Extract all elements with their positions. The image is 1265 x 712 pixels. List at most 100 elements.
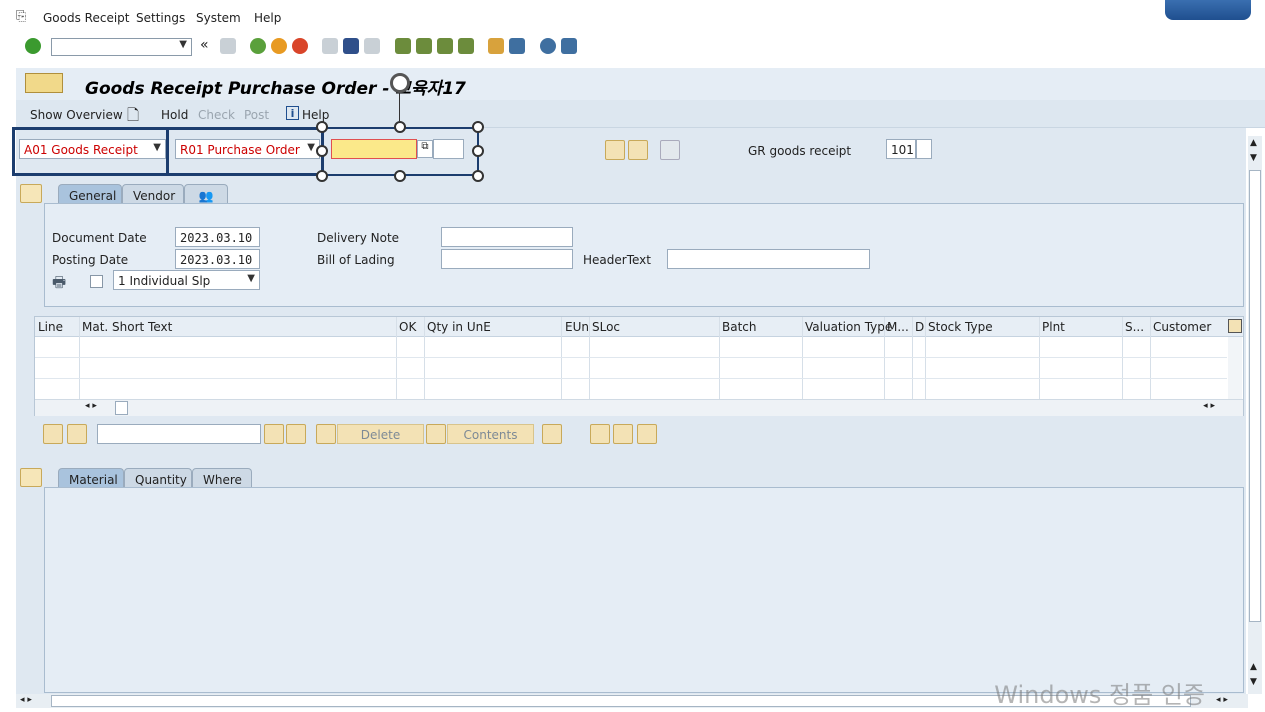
col-line[interactable]: Line	[38, 320, 63, 334]
movement-indicator-input[interactable]	[916, 139, 932, 159]
scroll-thumb[interactable]	[1249, 170, 1261, 622]
delete-button[interactable]: Delete	[337, 424, 424, 444]
col-qty[interactable]: Qty in UnE	[427, 320, 491, 334]
header-text-input[interactable]	[667, 249, 870, 269]
menu-help[interactable]: Help	[254, 11, 281, 25]
save-icon[interactable]	[220, 38, 236, 54]
execute-icon[interactable]	[605, 140, 625, 160]
copy-icon[interactable]	[426, 424, 446, 444]
window-controls[interactable]	[1165, 0, 1251, 20]
layout-icon[interactable]	[561, 38, 577, 54]
print-checkbox[interactable]	[90, 275, 103, 288]
item-search-input[interactable]	[97, 424, 261, 444]
col-sloc[interactable]: SLoc	[592, 320, 620, 334]
print-icon[interactable]	[322, 38, 338, 54]
menu-goods-receipt[interactable]: Goods Receipt	[43, 11, 129, 25]
find-next-icon[interactable]	[286, 424, 306, 444]
find-next-icon[interactable]	[364, 38, 380, 54]
resize-handle[interactable]	[472, 121, 484, 133]
table-horizontal-scrollbar[interactable]: ◂ ▸ ◂ ▸	[35, 399, 1243, 416]
binoculars-icon[interactable]	[628, 140, 648, 160]
scroll-up-icon[interactable]: ▲	[1250, 138, 1257, 148]
previous-page-icon[interactable]	[416, 38, 432, 54]
last-page-icon[interactable]	[458, 38, 474, 54]
scroll-right-icon[interactable]: ◂ ▸	[1216, 695, 1228, 705]
scroll-down-icon[interactable]: ▼	[1250, 153, 1257, 163]
movement-type-input[interactable]: 101	[886, 139, 916, 159]
delivery-note-input[interactable]	[441, 227, 573, 247]
col-d[interactable]: D	[915, 320, 924, 334]
main-vertical-scrollbar[interactable]: ▲ ▼ ▲ ▼	[1248, 136, 1262, 694]
stack-icon[interactable]	[590, 424, 610, 444]
add-item-icon[interactable]	[613, 424, 633, 444]
tab-vendor[interactable]: Vendor	[122, 184, 184, 204]
chevron-down-icon[interactable]: ▼	[179, 39, 187, 50]
scroll-thumb[interactable]	[115, 401, 128, 415]
scroll-left-icon[interactable]: ◂ ▸	[85, 401, 97, 411]
hold-button[interactable]: Hold	[161, 108, 188, 122]
scroll-right-icon[interactable]: ◂ ▸	[1203, 401, 1215, 411]
check-button[interactable]: Check	[198, 108, 235, 122]
show-overview-button[interactable]: Show Overview	[30, 108, 123, 122]
tab-where[interactable]: Where	[192, 468, 252, 488]
detail-icon[interactable]	[637, 424, 657, 444]
table-vertical-scrollbar[interactable]	[1228, 337, 1242, 399]
resize-handle[interactable]	[472, 145, 484, 157]
calendar-icon[interactable]	[660, 140, 680, 160]
transaction-icon[interactable]	[25, 73, 63, 93]
col-batch[interactable]: Batch	[722, 320, 757, 334]
resize-handle[interactable]	[472, 170, 484, 182]
help-button[interactable]: Help	[302, 108, 329, 122]
next-page-icon[interactable]	[437, 38, 453, 54]
binoculars-icon[interactable]	[264, 424, 284, 444]
resize-handle[interactable]	[316, 170, 328, 182]
collapse-header-icon[interactable]	[20, 184, 42, 203]
resize-handle[interactable]	[316, 145, 328, 157]
scroll-left-icon[interactable]: ◂ ▸	[20, 695, 32, 705]
col-valuation-type[interactable]: Valuation Type	[805, 320, 892, 334]
command-field[interactable]: ▼	[51, 38, 192, 56]
col-customer[interactable]: Customer	[1153, 320, 1211, 334]
shortcut-icon[interactable]	[509, 38, 525, 54]
printer-icon[interactable]: 🖶	[52, 272, 66, 297]
trash-icon[interactable]	[316, 424, 336, 444]
back-icon[interactable]	[250, 38, 266, 54]
info-icon[interactable]: i	[286, 106, 299, 120]
col-stock-type[interactable]: Stock Type	[928, 320, 993, 334]
find-icon[interactable]	[343, 38, 359, 54]
bill-of-lading-input[interactable]	[441, 249, 573, 269]
resize-handle[interactable]	[394, 170, 406, 182]
double-chevron-left-icon[interactable]: «	[200, 37, 209, 53]
exit-icon[interactable]	[271, 38, 287, 54]
menu-exit-icon[interactable]: ⎘	[16, 9, 26, 24]
resize-handle[interactable]	[316, 121, 328, 133]
menu-settings[interactable]: Settings	[136, 11, 185, 25]
filter-icon[interactable]	[67, 424, 87, 444]
menu-system[interactable]: System	[196, 11, 241, 25]
tab-quantity[interactable]: Quantity	[124, 468, 192, 488]
post-button[interactable]: Post	[244, 108, 269, 122]
select-all-icon[interactable]	[43, 424, 63, 444]
enter-icon[interactable]	[25, 38, 41, 54]
tab-partner[interactable]: 👥	[184, 184, 228, 204]
col-s[interactable]: S...	[1125, 320, 1144, 334]
new-session-icon[interactable]	[488, 38, 504, 54]
col-ok[interactable]: OK	[399, 320, 416, 334]
rotate-icon[interactable]	[390, 73, 410, 93]
first-page-icon[interactable]	[395, 38, 411, 54]
resize-handle[interactable]	[394, 121, 406, 133]
table-settings-icon[interactable]	[1228, 319, 1242, 333]
col-m[interactable]: M...	[887, 320, 909, 334]
posting-date-input[interactable]: 2023.03.10	[175, 249, 260, 269]
scroll-down-icon[interactable]: ▼	[1250, 677, 1257, 687]
scroll-up-icon[interactable]: ▲	[1250, 662, 1257, 672]
collapse-detail-icon[interactable]	[20, 468, 42, 487]
col-plnt[interactable]: Plnt	[1042, 320, 1065, 334]
help-icon[interactable]	[540, 38, 556, 54]
tab-material[interactable]: Material	[58, 468, 124, 488]
slip-select[interactable]: 1 Individual Slp ▼	[113, 270, 260, 290]
document-date-input[interactable]: 2023.03.10	[175, 227, 260, 247]
cancel-icon[interactable]	[292, 38, 308, 54]
contents-button[interactable]: Contents	[447, 424, 534, 444]
col-mat-short-text[interactable]: Mat. Short Text	[82, 320, 172, 334]
